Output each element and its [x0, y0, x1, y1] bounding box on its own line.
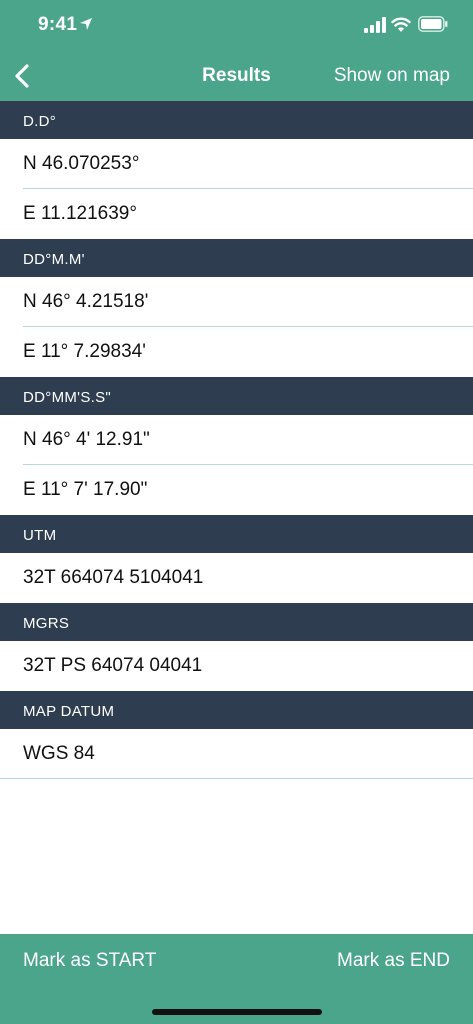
section-header-ddm: DD°M.M' [0, 239, 473, 277]
location-arrow-icon [80, 18, 92, 30]
battery-icon [418, 16, 448, 32]
section-header-map-datum: MAP DATUM [0, 691, 473, 729]
dd-latitude-row[interactable]: N 46.070253° [0, 139, 473, 189]
top-bar: 9:41 Results Show on map [0, 0, 473, 101]
mark-as-end-button[interactable]: Mark as END [337, 950, 450, 972]
status-time: 9:41 [38, 14, 78, 35]
mark-as-start-button[interactable]: Mark as START [23, 950, 156, 972]
ddm-latitude-row[interactable]: N 46° 4.21518' [0, 277, 473, 327]
show-on-map-button[interactable]: Show on map [334, 65, 450, 87]
section-header-utm: UTM [0, 515, 473, 553]
section-header-dd: D.D° [0, 101, 473, 139]
mgrs-row[interactable]: 32T PS 64074 04041 [0, 641, 473, 691]
section-header-mgrs: MGRS [0, 603, 473, 641]
ddm-longitude-row[interactable]: E 11° 7.29834' [0, 327, 473, 377]
results-list: D.D° N 46.070253° E 11.121639° DD°M.M' N… [0, 101, 473, 779]
section-header-dms: DD°MM'S.S" [0, 377, 473, 415]
utm-row[interactable]: 32T 664074 5104041 [0, 553, 473, 603]
dms-latitude-row[interactable]: N 46° 4' 12.91" [0, 415, 473, 465]
home-indicator[interactable] [152, 1009, 322, 1015]
map-datum-row[interactable]: WGS 84 [0, 729, 473, 779]
navigation-bar: Results Show on map [0, 52, 473, 101]
cellular-signal-icon [364, 17, 386, 33]
wifi-icon [391, 17, 411, 32]
dms-longitude-row[interactable]: E 11° 7' 17.90" [0, 465, 473, 515]
dd-longitude-row[interactable]: E 11.121639° [0, 189, 473, 239]
status-bar: 9:41 [0, 0, 473, 52]
